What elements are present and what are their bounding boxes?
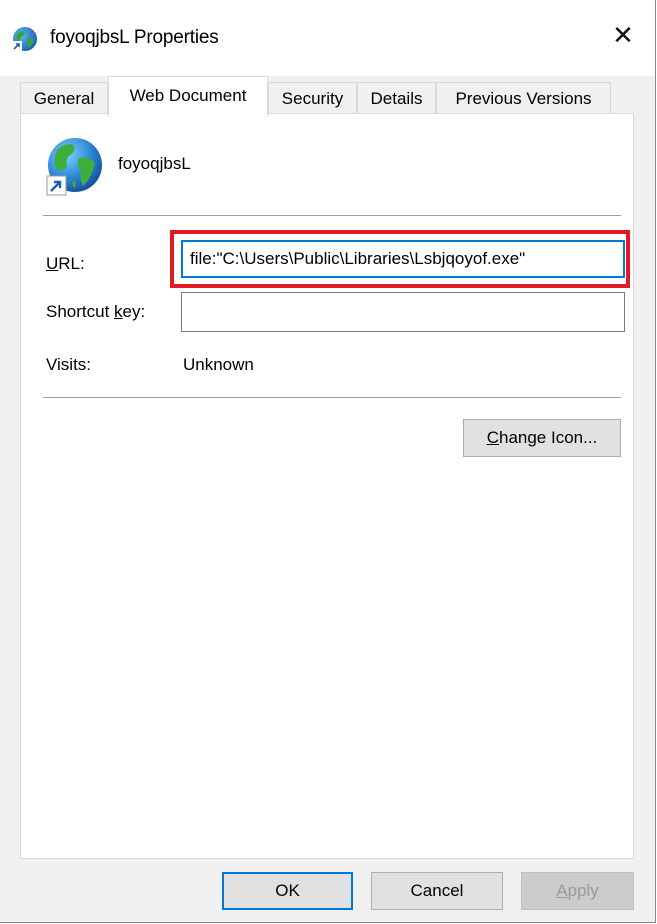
- url-label: URL:: [46, 254, 85, 273]
- web-document-panel: foyoqjbsL URL: file:"C:\Users\Public\Lib…: [20, 113, 634, 859]
- cancel-button[interactable]: Cancel: [371, 872, 503, 910]
- divider: [43, 215, 621, 216]
- tab-previous-versions[interactable]: Previous Versions: [436, 82, 611, 114]
- shortcut-key-input[interactable]: [181, 292, 625, 332]
- tab-strip: General Web Document Security Details Pr…: [0, 76, 655, 116]
- apply-button[interactable]: Apply: [521, 872, 634, 910]
- visits-value: Unknown: [183, 355, 254, 374]
- tab-general[interactable]: General: [20, 82, 108, 114]
- tab-web-document[interactable]: Web Document: [108, 76, 268, 116]
- divider: [43, 397, 621, 398]
- tab-security[interactable]: Security: [268, 82, 357, 114]
- change-icon-button[interactable]: Change Icon...: [463, 419, 621, 457]
- title-bar[interactable]: foyoqjbsL Properties ✕: [0, 0, 655, 76]
- globe-shortcut-icon: [46, 138, 102, 196]
- globe-icon: [12, 27, 37, 51]
- window-title: foyoqjbsL Properties: [50, 27, 219, 48]
- close-button[interactable]: ✕: [591, 0, 655, 70]
- ok-button[interactable]: OK: [222, 872, 353, 910]
- shortcut-name: foyoqjbsL: [118, 154, 191, 173]
- url-input[interactable]: file:"C:\Users\Public\Libraries\Lsbjqoyo…: [181, 240, 625, 278]
- shortcut-key-label: Shortcut key:: [46, 302, 146, 321]
- visits-label: Visits:: [46, 355, 92, 374]
- tab-details[interactable]: Details: [357, 82, 436, 114]
- properties-dialog: foyoqjbsL Properties ✕ General Web Docum…: [0, 0, 656, 923]
